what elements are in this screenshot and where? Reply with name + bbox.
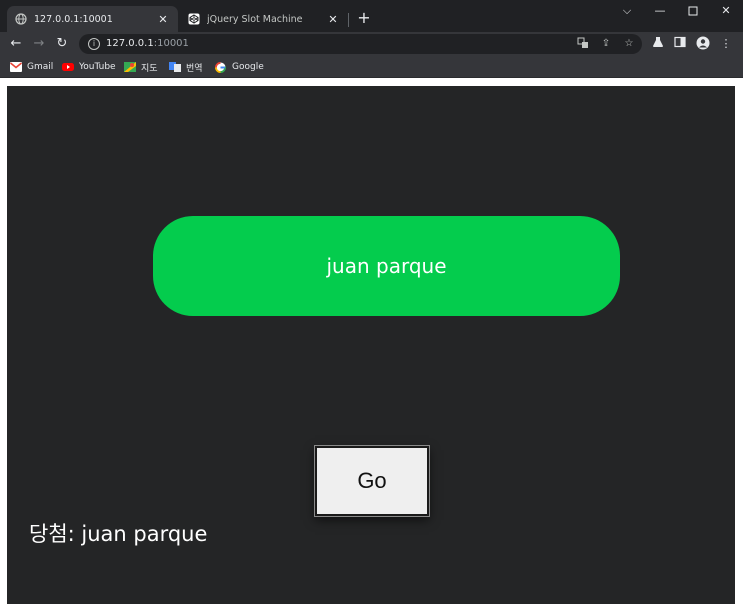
gmail-icon	[9, 62, 23, 72]
bookmarks-bar: Gmail YouTube 지도 번역 Google	[0, 56, 743, 78]
bookmark-maps[interactable]: 지도	[124, 60, 158, 74]
close-tab-icon[interactable]: ✕	[156, 12, 170, 26]
slot-machine-stage: juan parque Go 당첨: juan parque	[7, 86, 735, 604]
tab-title: 127.0.0.1:10001	[34, 13, 113, 25]
page-viewport: juan parque Go 당첨: juan parque	[0, 79, 743, 612]
new-tab-button[interactable]: +	[356, 10, 372, 26]
slot-display: juan parque	[153, 216, 620, 316]
minimize-icon[interactable]: —	[650, 4, 670, 18]
site-info-icon[interactable]: i	[88, 38, 100, 50]
bookmark-translate[interactable]: 번역	[169, 60, 203, 74]
url-text[interactable]: 127.0.0.1:10001	[106, 38, 189, 49]
close-window-icon[interactable]: ✕	[716, 4, 736, 18]
toolbar: ← → ↻ i 127.0.0.1:10001 ⇪ ☆ ⋮	[0, 32, 743, 56]
browser-window: 127.0.0.1:10001 ✕ jQuery Slot Machine ✕ …	[0, 0, 743, 612]
translate-icon	[169, 62, 181, 72]
url-port: :10001	[153, 38, 189, 49]
tab-search-icon[interactable]: ⌵	[617, 4, 637, 18]
google-icon	[215, 62, 227, 73]
tab-localhost[interactable]: 127.0.0.1:10001 ✕	[7, 6, 178, 32]
tab-jquery-slot-machine[interactable]: jQuery Slot Machine ✕	[180, 6, 348, 32]
reload-icon[interactable]: ↻	[54, 36, 70, 52]
menu-kebab-icon[interactable]: ⋮	[718, 36, 734, 52]
tab-strip: 127.0.0.1:10001 ✕ jQuery Slot Machine ✕ …	[0, 0, 743, 32]
bookmark-label: Google	[232, 62, 264, 72]
globe-icon	[15, 13, 27, 25]
bookmark-label: 번역	[186, 63, 203, 74]
codepen-icon	[188, 13, 200, 25]
maps-icon	[124, 62, 136, 72]
translate-page-icon[interactable]	[576, 37, 590, 51]
bookmark-youtube[interactable]: YouTube	[62, 60, 116, 74]
bookmark-label: YouTube	[79, 62, 116, 72]
tab-title: jQuery Slot Machine	[207, 13, 303, 25]
youtube-icon	[62, 62, 74, 72]
address-bar[interactable]: i 127.0.0.1:10001 ⇪ ☆	[79, 34, 642, 54]
maximize-icon[interactable]	[683, 4, 703, 18]
close-tab-icon[interactable]: ✕	[326, 12, 340, 26]
winner-text: 당첨: juan parque	[29, 522, 208, 546]
back-arrow-icon[interactable]: ←	[8, 36, 24, 52]
go-button[interactable]: Go	[314, 445, 430, 517]
bookmark-gmail[interactable]: Gmail	[9, 60, 54, 74]
bookmark-label: 지도	[141, 63, 158, 74]
bookmark-google[interactable]: Google	[215, 60, 264, 74]
labs-flask-icon[interactable]	[650, 36, 666, 52]
bookmark-star-icon[interactable]: ☆	[622, 37, 636, 51]
side-panel-icon[interactable]	[672, 36, 688, 52]
forward-arrow-icon[interactable]: →	[31, 36, 47, 52]
profile-avatar-icon[interactable]	[695, 36, 711, 52]
url-host: 127.0.0.1	[106, 38, 154, 49]
share-icon[interactable]: ⇪	[599, 37, 613, 51]
tab-separator	[348, 13, 349, 27]
bookmark-label: Gmail	[27, 62, 54, 72]
